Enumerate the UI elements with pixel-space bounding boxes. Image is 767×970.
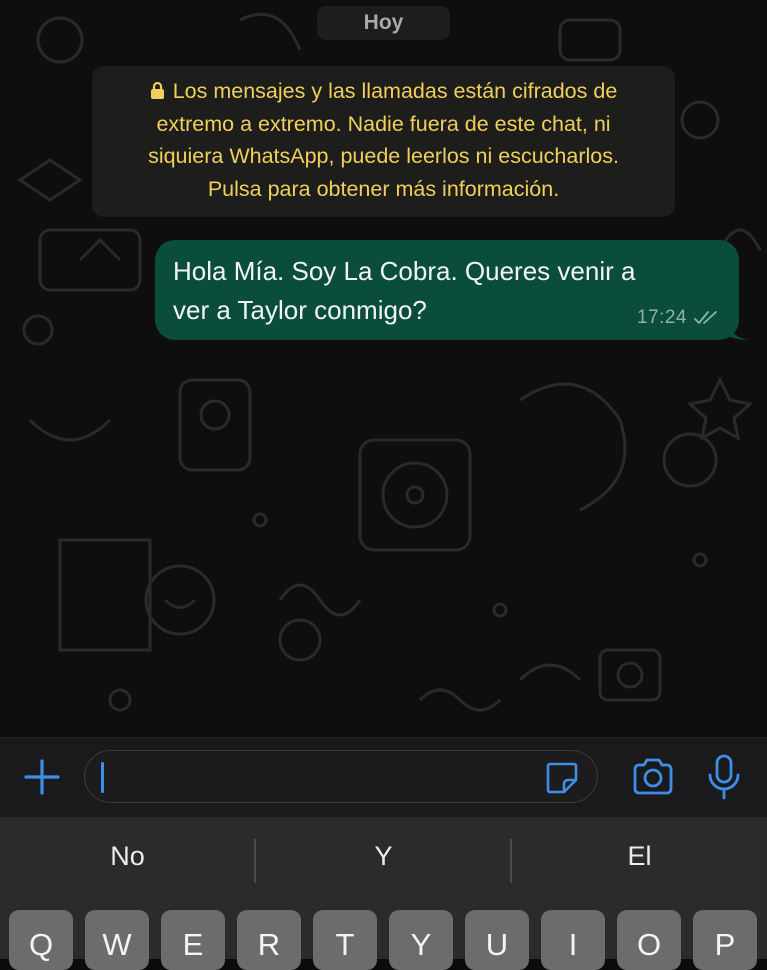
lock-icon [150, 81, 164, 99]
encryption-notice-line: Los mensajes y las llamadas están cifrad… [92, 75, 675, 108]
message-time: 17:24 [636, 307, 687, 328]
suggestion-item[interactable]: No [0, 841, 255, 872]
key-u[interactable]: U [465, 910, 529, 970]
encryption-notice-line: extremo a extremo. Nadie fuera de este c… [156, 111, 611, 136]
suggestion-item[interactable]: El [512, 841, 767, 872]
key-e[interactable]: E [161, 910, 225, 970]
bubble-tail [725, 318, 749, 340]
message-input-bar [0, 737, 767, 817]
encryption-notice-line: siquiera WhatsApp, puede leerlos ni escu… [148, 144, 619, 168]
key-t[interactable]: T [313, 910, 377, 970]
text-cursor [101, 762, 104, 793]
key-o[interactable]: O [617, 910, 681, 970]
date-chip: Hoy [317, 6, 450, 40]
predictive-suggestions: No Y El [0, 817, 767, 905]
key-r[interactable]: R [237, 910, 301, 970]
keyboard: No Y El Q W E R T Y U I O P [0, 817, 767, 970]
message-meta: 17:24 [637, 307, 721, 329]
key-w[interactable]: W [85, 910, 149, 970]
suggestion-item[interactable]: Y [256, 841, 511, 872]
message-text-line: Hola Mía. Soy La Cobra. Queres venir a [173, 256, 636, 286]
key-q[interactable]: Q [9, 910, 73, 970]
encryption-notice[interactable]: Los mensajes y las llamadas están cifrad… [92, 66, 675, 217]
key-i[interactable]: I [541, 910, 605, 970]
camera-icon[interactable] [631, 757, 675, 797]
double-check-icon [694, 311, 717, 324]
encryption-notice-line: Pulsa para obtener más información. [207, 176, 560, 201]
message-input[interactable] [84, 750, 598, 803]
sticker-icon[interactable] [544, 760, 580, 796]
key-p[interactable]: P [693, 910, 757, 970]
outgoing-message-bubble[interactable]: Hola Mía. Soy La Cobra. Queres venir a v… [155, 240, 739, 340]
key-y[interactable]: Y [389, 910, 453, 970]
chat-area[interactable]: Hoy Los mensajes y las llamadas están ci… [0, 0, 767, 737]
microphone-icon[interactable] [706, 753, 742, 801]
plus-icon[interactable] [22, 757, 62, 797]
